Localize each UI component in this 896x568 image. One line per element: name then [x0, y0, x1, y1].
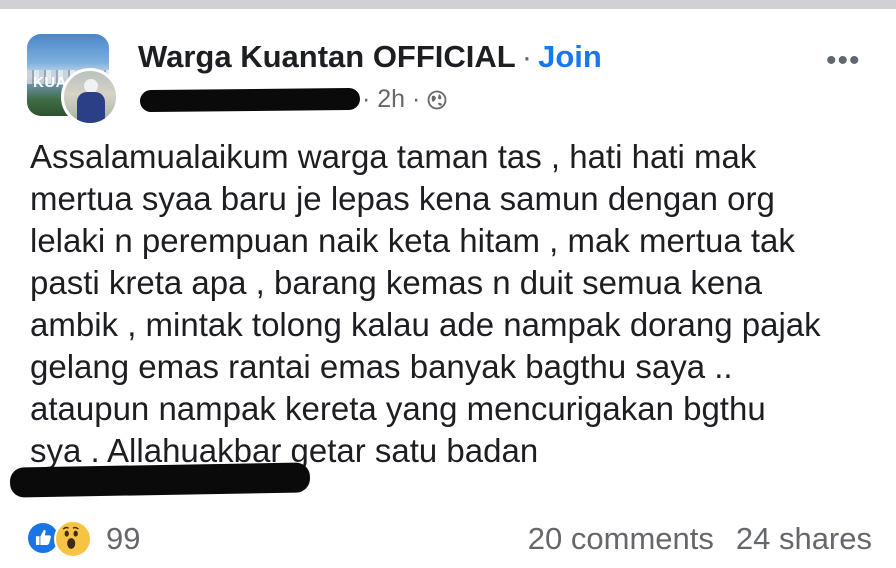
post-avatars[interactable]: KUA: [27, 34, 121, 128]
post-body-line: lelaki n perempuan naik keta hitam , mak…: [30, 222, 795, 259]
group-name-link[interactable]: Warga Kuantan OFFICIAL: [138, 39, 516, 74]
post-meta: · 2h ·: [362, 85, 447, 113]
engagement-stats: 20 comments 24 shares: [528, 522, 872, 556]
post-body-line: gelang emas rantai emas banyak bagthu sa…: [30, 348, 733, 385]
wow-icon: [54, 520, 92, 558]
top-divider: [0, 0, 896, 9]
post-body: Assalamualaikum warga taman tas , hati h…: [30, 136, 880, 472]
post-body-line: mertua syaa baru je lepas kena samun den…: [30, 180, 775, 217]
post-privacy-separator: ·: [412, 85, 421, 113]
author-avatar[interactable]: [61, 68, 119, 126]
post-header: Warga Kuantan OFFICIAL · Join: [138, 39, 602, 75]
header-separator: ·: [521, 39, 533, 74]
phone-number-redaction: [9, 462, 311, 498]
author-avatar-body: [77, 92, 105, 123]
post-time-separator: ·: [362, 85, 371, 113]
more-options-button[interactable]: •••: [826, 46, 870, 76]
comments-count-link[interactable]: 20 comments: [528, 521, 714, 556]
shares-count-link[interactable]: 24 shares: [736, 521, 872, 556]
author-avatar-head: [84, 79, 98, 93]
post-card: KUA Warga Kuantan OFFICIAL · Join ••• · 2h…: [0, 9, 896, 568]
post-body-line: ataupun nampak kereta yang mencurigakan …: [30, 390, 766, 427]
globe-icon[interactable]: [427, 90, 447, 110]
post-timestamp[interactable]: 2h: [377, 85, 405, 113]
post-body-line: Assalamualaikum warga taman tas , hati h…: [30, 138, 757, 175]
author-name-redaction: [139, 87, 361, 113]
reaction-count[interactable]: 99: [106, 522, 140, 556]
join-button[interactable]: Join: [538, 39, 602, 74]
post-body-line: pasti kreta apa , barang kemas n duit se…: [30, 264, 762, 301]
post-body-line: ambik , mintak tolong kalau ade nampak d…: [30, 306, 821, 343]
